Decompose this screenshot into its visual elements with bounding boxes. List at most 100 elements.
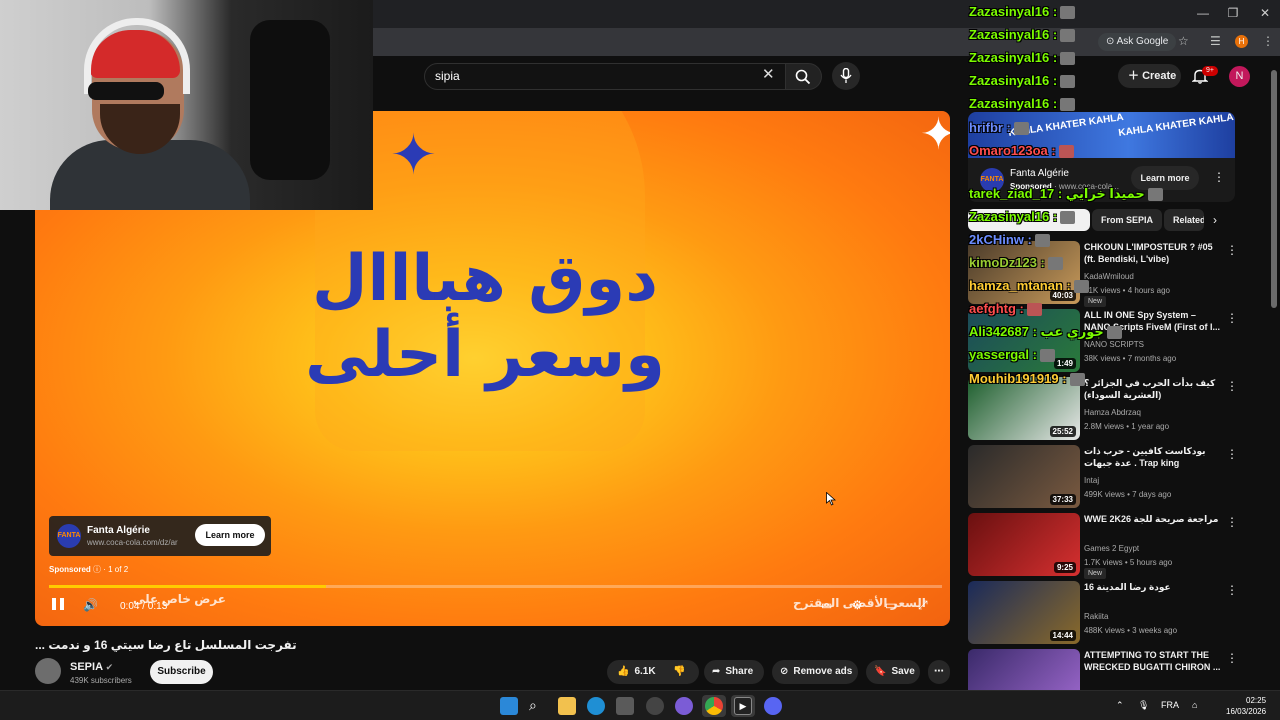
edge-browser-icon[interactable]	[587, 697, 605, 715]
save-playlist-icon: 🔖	[874, 666, 887, 677]
microphone-tray-icon[interactable]: 🎙	[1138, 700, 1149, 711]
chat-emote-icon	[1058, 145, 1074, 159]
remove-ads-button[interactable]: ⊘ Remove ads	[772, 660, 858, 684]
create-button[interactable]: ＋ Create	[1118, 64, 1181, 88]
network-icon[interactable]: ⌂	[1192, 700, 1197, 710]
search-button[interactable]	[786, 63, 822, 90]
new-badge: New	[1084, 296, 1107, 307]
learn-more-button[interactable]: Learn more	[195, 524, 265, 546]
video-thumbnail[interactable]: 9:25	[968, 513, 1080, 576]
media-player-icon[interactable]: ▶	[734, 697, 752, 715]
more-vertical-icon[interactable]: ⋮	[1226, 447, 1238, 461]
like-icon[interactable]: 👍	[617, 660, 629, 684]
chat-emote-icon	[1060, 6, 1076, 20]
keyboard-language[interactable]: FRA	[1161, 700, 1179, 710]
minimize-icon[interactable]: —	[1188, 6, 1218, 20]
video-thumbnail[interactable]: 37:33	[968, 445, 1080, 508]
recommendation-item[interactable]: 1:49 ALL IN ONE Spy System – NANO Scripts…	[968, 309, 1243, 373]
notification-badge: 9+	[1202, 66, 1218, 76]
recommendation-channel[interactable]: Games 2 Egypt	[1084, 544, 1139, 553]
browser-menu-icon[interactable]: ⋮	[1262, 34, 1274, 48]
info-icon[interactable]: ⓘ ·	[93, 565, 108, 574]
close-window-icon[interactable]: ✕	[1250, 6, 1280, 20]
share-button[interactable]: ➦ Share	[704, 660, 764, 684]
video-thumbnail[interactable]: 40:03	[968, 241, 1080, 304]
recommendation-channel[interactable]: NANO SCRIPTS	[1084, 340, 1144, 349]
video-thumbnail[interactable]: 25:52	[968, 377, 1080, 440]
recommendation-item[interactable]: 14:44 عودة رضا المدينة 16 Rakiita 488K view…	[968, 581, 1243, 645]
clear-search-icon[interactable]: ✕	[762, 65, 775, 83]
chat-emote-icon	[1060, 29, 1076, 43]
video-thumbnail[interactable]: 1:49	[968, 309, 1080, 372]
recommendation-item[interactable]: 9:25 WWE 2K26 مراجعة صريحة للجة Games 2 Eg…	[968, 513, 1243, 579]
chat-message: kimoDz123 :	[969, 255, 1063, 271]
recommendation-item[interactable]: 40:03 CHKOUN L'IMPOSTEUR ? #05 (ft. Bendi…	[968, 241, 1243, 307]
recommendation-title[interactable]: CHKOUN L'IMPOSTEUR ? #05 (ft. Bendiski, …	[1084, 241, 1224, 265]
recommendation-channel[interactable]: Intaj	[1084, 476, 1099, 485]
search-input[interactable]: sipia	[424, 63, 786, 90]
chrome-icon[interactable]	[705, 697, 723, 715]
recommendation-meta: 1.7K views • 5 hours ago	[1084, 558, 1173, 567]
more-vertical-icon[interactable]: ⋮	[1226, 311, 1238, 325]
sparkle-white-icon: ✦	[920, 111, 950, 159]
tab-search-icon[interactable]: ☰	[1210, 34, 1221, 48]
browser-profile-avatar[interactable]: H	[1235, 35, 1248, 48]
save-button[interactable]: 🔖 Save	[866, 660, 920, 684]
start-menu-icon[interactable]	[500, 697, 518, 715]
chip-from-sepia[interactable]: From SEPIA	[1092, 209, 1163, 231]
channel-name[interactable]: SEPIA ✔	[70, 661, 113, 673]
video-thumbnail[interactable]: 14:44	[968, 581, 1080, 644]
channel-avatar[interactable]	[35, 658, 61, 684]
recommendation-item[interactable]: 37:33 بودكاست كافيين - حرب ذات عدة جبهات …	[968, 445, 1243, 509]
obs-icon[interactable]	[646, 697, 664, 715]
recommendation-title[interactable]: عودة رضا المدينة 16	[1084, 581, 1224, 593]
chat-message: aefghtg :	[969, 301, 1042, 317]
progress-bar[interactable]	[49, 585, 942, 588]
dislike-icon[interactable]: 👎	[673, 660, 685, 684]
sidebar-scrollbar[interactable]	[1271, 70, 1277, 308]
volume-icon[interactable]: 🔊	[83, 598, 98, 612]
tray-chevron-icon[interactable]: ⌃	[1116, 700, 1124, 711]
more-vertical-icon[interactable]: ⋮	[1226, 651, 1238, 665]
subscribe-button[interactable]: Subscribe	[150, 660, 213, 684]
recommendation-title[interactable]: ATTEMPTING TO START THE WRECKED BUGATTI …	[1084, 649, 1224, 673]
taskbar-search-icon[interactable]: ⌕	[529, 697, 547, 715]
bookmark-star-icon[interactable]: ☆	[1178, 34, 1189, 48]
more-vertical-icon[interactable]: ⋮	[1226, 515, 1238, 529]
like-count[interactable]: 6.1K	[634, 666, 655, 677]
subtitles-icon[interactable]: ▭	[821, 598, 832, 612]
theater-mode-icon[interactable]: ▭	[885, 598, 896, 612]
recommendation-title[interactable]: بودكاست كافيين - حرب ذات عدة جبهات . Tra…	[1084, 445, 1224, 469]
system-clock[interactable]: 02:25 16/03/2026	[1226, 695, 1266, 717]
recommendation-title[interactable]: كيف بدأت الحرب في الجزائر ؟ (العشرية الس…	[1084, 377, 1224, 401]
more-vertical-icon[interactable]: ⋮	[1226, 243, 1238, 257]
recommendation-channel[interactable]: Rakiita	[1084, 612, 1108, 621]
ask-google-button[interactable]: ⊙ Ask Google	[1098, 33, 1177, 51]
chip-related[interactable]: Related	[1164, 209, 1204, 231]
sidebar-ad-menu-icon[interactable]: ⋮	[1213, 170, 1225, 184]
recommendation-title[interactable]: WWE 2K26 مراجعة صريحة للجة	[1084, 513, 1224, 525]
fullscreen-icon[interactable]: ⤢	[918, 598, 928, 613]
more-vertical-icon[interactable]: ⋮	[1226, 583, 1238, 597]
video-duration: 9:25	[1053, 562, 1076, 573]
sponsored-label: Sponsored ⓘ · 1 of 2	[49, 565, 129, 574]
discord-icon[interactable]	[764, 697, 782, 715]
recommendation-item[interactable]: 25:52 كيف بدأت الحرب في الجزائر ؟ (العشري…	[968, 377, 1243, 441]
chat-emote-icon	[1073, 280, 1089, 294]
file-explorer-icon[interactable]	[558, 697, 576, 715]
recommendation-channel[interactable]: KadaWmiloud	[1084, 272, 1134, 281]
recommendation-channel[interactable]: Hamza Abdrzaq	[1084, 408, 1141, 417]
google-lens-icon: ⊙	[1106, 36, 1117, 47]
app-icon[interactable]	[675, 697, 693, 715]
pause-button[interactable]	[49, 595, 67, 613]
screen: — ❐ ✕ ⊙ Ask Google ☆ ☰ H ⋮ sipia ✕ ＋ Cre…	[0, 0, 1280, 720]
chevron-right-icon[interactable]: ›	[1213, 213, 1217, 227]
voice-search-button[interactable]	[832, 62, 860, 90]
progress-bar-fill	[49, 585, 326, 588]
more-actions-button[interactable]: ⋯	[928, 660, 950, 684]
more-vertical-icon[interactable]: ⋮	[1226, 379, 1238, 393]
restore-icon[interactable]: ❐	[1218, 6, 1248, 20]
store-icon[interactable]	[616, 697, 634, 715]
account-avatar[interactable]: N	[1229, 66, 1250, 87]
settings-gear-icon[interactable]: ⚙	[852, 598, 863, 612]
